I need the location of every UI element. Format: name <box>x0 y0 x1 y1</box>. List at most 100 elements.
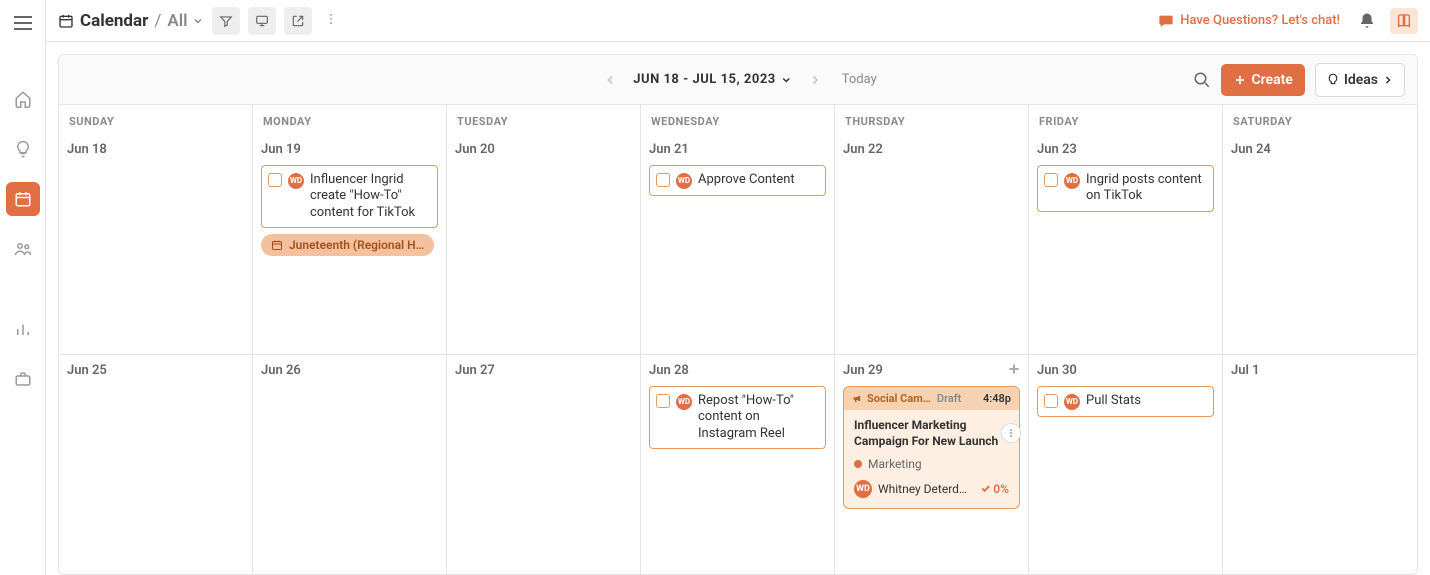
home-icon <box>14 90 32 108</box>
date-label: Jun 21 <box>649 142 826 157</box>
date-range-selector[interactable]: JUN 18 - JUL 15, 2023 <box>633 72 792 87</box>
calendar-cell[interactable]: Jun 22 <box>835 134 1029 354</box>
avatar: WD <box>676 394 692 410</box>
add-item[interactable] <box>1006 361 1022 381</box>
menu-toggle[interactable] <box>8 10 38 36</box>
calendar-cell[interactable]: Jun 20 <box>447 134 641 354</box>
header: Calendar / All Have Q <box>46 0 1430 42</box>
calendar-cell[interactable]: Jun 25 <box>59 354 253 574</box>
share-icon <box>291 14 305 28</box>
campaign-status: Draft <box>937 392 961 405</box>
task-checkbox[interactable] <box>656 173 670 187</box>
calendar-cell[interactable]: Jun 21 WD Approve Content <box>641 134 835 354</box>
chat-icon <box>1158 13 1174 29</box>
view-selector[interactable]: All <box>167 11 203 31</box>
search-button[interactable] <box>1193 71 1211 89</box>
date-label: Jun 26 <box>261 363 438 378</box>
chevron-down-icon <box>192 15 204 27</box>
create-button[interactable]: Create <box>1221 64 1304 96</box>
calendar-cell[interactable]: Jun 30 WDPull Stats <box>1029 354 1223 574</box>
briefcase-icon <box>14 370 32 388</box>
calendar-cell[interactable]: Jun 18 <box>59 134 253 354</box>
day-header: FRIDAY <box>1029 105 1223 134</box>
calendar-icon <box>14 190 32 208</box>
nav-ideas[interactable] <box>6 132 40 166</box>
campaign-type: Social Cam… <box>852 392 931 405</box>
breadcrumb-separator: / <box>154 11 161 31</box>
chat-link[interactable]: Have Questions? Let's chat! <box>1158 13 1340 29</box>
task-checkbox[interactable] <box>268 173 282 187</box>
chevron-right-icon <box>808 73 822 87</box>
chevron-right-icon <box>1382 74 1394 86</box>
date-label: Jun 30 <box>1037 363 1214 378</box>
filter-button[interactable] <box>212 7 240 35</box>
task-card[interactable]: WDPull Stats <box>1037 386 1214 417</box>
chevron-left-icon <box>603 73 617 87</box>
campaign-menu[interactable] <box>1001 423 1021 443</box>
holiday-pill[interactable]: Juneteenth (Regional H… <box>261 234 434 256</box>
avatar: WD <box>676 173 692 189</box>
day-header-row: SUNDAYMONDAYTUESDAYWEDNESDAYTHURSDAYFRID… <box>59 105 1417 134</box>
more-button[interactable] <box>320 8 342 34</box>
today-button[interactable]: Today <box>842 72 877 87</box>
ideas-button[interactable]: Ideas <box>1315 63 1405 97</box>
day-header: WEDNESDAY <box>641 105 835 134</box>
help-button[interactable] <box>1390 8 1418 34</box>
campaign-title: Influencer Marketing Campaign For New La… <box>854 418 1009 449</box>
task-text: Pull Stats <box>1086 393 1207 409</box>
day-header: SUNDAY <box>59 105 253 134</box>
share-button[interactable] <box>284 7 312 35</box>
breadcrumb: Calendar / All <box>58 11 204 31</box>
date-label: Jun 29 <box>843 363 1020 378</box>
date-label: Jun 20 <box>455 142 632 157</box>
next-period[interactable] <box>804 69 826 91</box>
date-label: Jun 24 <box>1231 142 1409 157</box>
task-card[interactable]: WD Repost "How-To" content on Instagram R… <box>649 386 826 449</box>
calendar-icon <box>271 239 283 251</box>
task-checkbox[interactable] <box>656 394 670 408</box>
plus-icon <box>1006 361 1022 377</box>
calendar-cell[interactable]: Jun 19WDInfluencer Ingrid create "How-To… <box>253 134 447 354</box>
display-button[interactable] <box>248 7 276 35</box>
task-text: Approve Content <box>698 172 819 188</box>
chart-icon <box>14 320 32 338</box>
task-checkbox[interactable] <box>1044 173 1058 187</box>
campaign-progress: 0% <box>980 482 1009 496</box>
task-text: Repost "How-To" content on Instagram Ree… <box>698 393 819 442</box>
megaphone-icon <box>852 393 863 404</box>
nav-people[interactable] <box>6 232 40 266</box>
calendar-cell[interactable]: Jun 28WDRepost "How-To" content on Insta… <box>641 354 835 574</box>
calendar-cell[interactable]: Jun 26 <box>253 354 447 574</box>
task-card[interactable]: WDInfluencer Ingrid create "How-To" cont… <box>261 165 438 228</box>
nav-analytics[interactable] <box>6 312 40 346</box>
calendar-cell[interactable]: Jun 24 <box>1223 134 1417 354</box>
task-card[interactable]: WD Approve Content <box>649 165 826 196</box>
avatar: WD <box>1064 173 1080 189</box>
more-vertical-icon <box>1005 427 1017 439</box>
prev-period[interactable] <box>599 69 621 91</box>
calendar-cell[interactable]: Jul 1 <box>1223 354 1417 574</box>
date-label: Jun 22 <box>843 142 1020 157</box>
day-header: THURSDAY <box>835 105 1029 134</box>
calendar-cell[interactable]: Jun 27 <box>447 354 641 574</box>
date-label: Jun 18 <box>67 142 244 157</box>
campaign-card[interactable]: Social Cam…Draft4:48pInfluencer Marketin… <box>843 386 1020 509</box>
day-header: SATURDAY <box>1223 105 1417 134</box>
nav-assets[interactable] <box>6 362 40 396</box>
task-text: Ingrid posts content on TikTok <box>1086 172 1207 205</box>
calendar-toolbar: JUN 18 - JUL 15, 2023 Today <box>59 55 1417 105</box>
calendar-cell[interactable]: Jun 23WDIngrid posts content on TikTok <box>1029 134 1223 354</box>
bell-icon <box>1358 12 1376 30</box>
more-vertical-icon <box>324 12 338 26</box>
task-card[interactable]: WD Ingrid posts content on TikTok <box>1037 165 1214 212</box>
task-checkbox[interactable] <box>1044 394 1058 408</box>
nav-calendar[interactable] <box>6 182 40 216</box>
bulb-icon <box>1326 73 1340 87</box>
calendar-cell[interactable]: Jun 29Social Cam…Draft4:48pInfluencer Ma… <box>835 354 1029 574</box>
nav-home[interactable] <box>6 82 40 116</box>
avatar: WD <box>288 173 304 189</box>
notifications-button[interactable] <box>1358 12 1376 30</box>
hamburger-icon <box>14 16 32 30</box>
date-label: Jun 25 <box>67 363 244 378</box>
date-label: Jun 27 <box>455 363 632 378</box>
